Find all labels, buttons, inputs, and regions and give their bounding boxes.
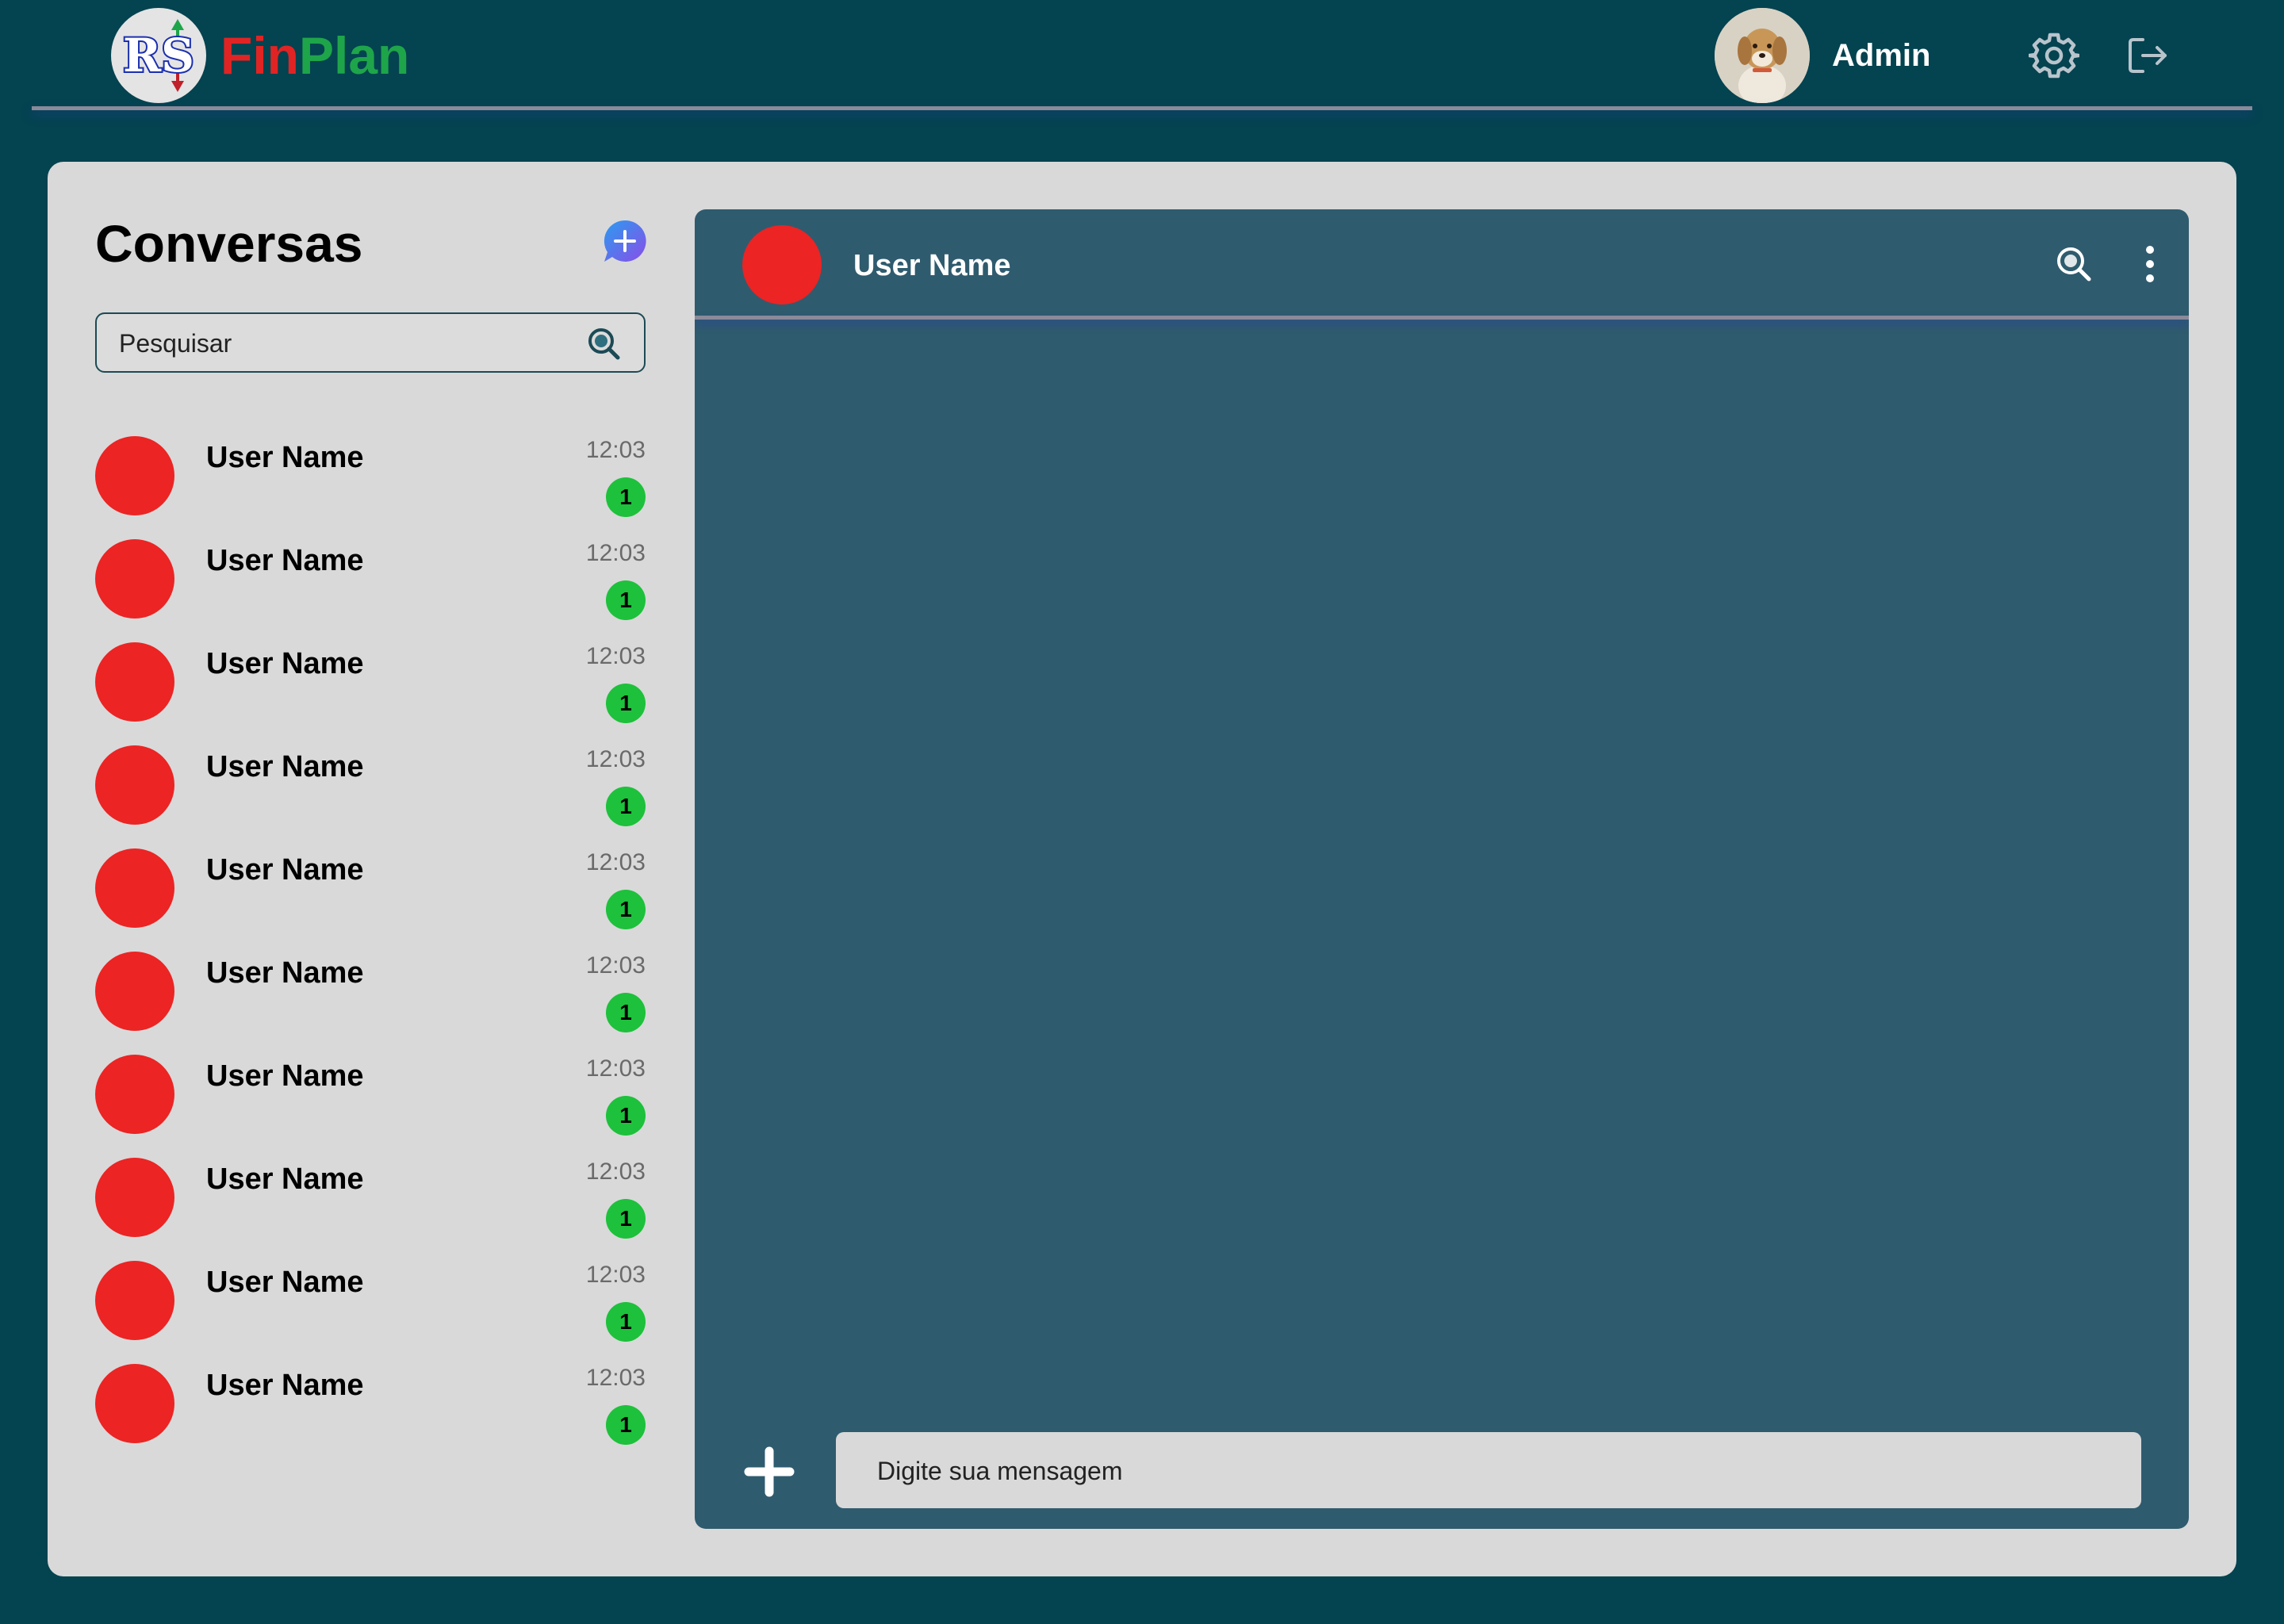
brand-name-part1: Fin — [220, 26, 299, 85]
chat-bubble-plus-icon[interactable] — [603, 219, 647, 263]
contact-avatar — [95, 952, 174, 1031]
last-message-time: 12:03 — [585, 849, 646, 875]
unread-badge: 1 — [606, 477, 646, 517]
logo-rs-icon: RS — [121, 19, 196, 92]
chat-window: User Name — [695, 209, 2189, 1529]
logo-mark[interactable]: RS — [111, 8, 206, 103]
contact-avatar — [95, 642, 174, 722]
contact-avatar — [95, 848, 174, 928]
settings-gear-icon[interactable] — [2029, 30, 2079, 81]
conversation-item[interactable]: User Name 12:03 1 — [95, 745, 650, 848]
last-message-time: 12:03 — [585, 1365, 646, 1391]
contact-name: User Name — [206, 956, 364, 990]
svg-text:RS: RS — [123, 29, 194, 82]
contact-name: User Name — [206, 750, 364, 783]
conversation-item[interactable]: User Name 12:03 1 — [95, 436, 650, 539]
last-message-time: 12:03 — [585, 437, 646, 463]
unread-badge: 1 — [606, 684, 646, 723]
message-composer[interactable] — [836, 1432, 2141, 1510]
unread-badge: 1 — [606, 1096, 646, 1136]
conversation-item[interactable]: User Name 12:03 1 — [95, 1158, 650, 1261]
contact-name: User Name — [206, 1162, 364, 1196]
unread-badge: 1 — [606, 890, 646, 929]
conversation-item[interactable]: User Name 12:03 1 — [95, 848, 650, 952]
brand-name: FinPlan — [220, 24, 409, 87]
top-bar-divider — [32, 106, 2252, 110]
search-input[interactable] — [117, 314, 565, 373]
brand-name-part2: Plan — [298, 26, 410, 85]
unread-badge: 1 — [606, 1302, 646, 1342]
contact-name: User Name — [206, 647, 364, 680]
contact-name: User Name — [206, 1266, 364, 1299]
search-icon[interactable] — [587, 327, 620, 360]
contact-name: User Name — [206, 441, 364, 474]
conversation-item[interactable]: User Name 12:03 1 — [95, 539, 650, 642]
unread-badge: 1 — [606, 993, 646, 1032]
plus-icon[interactable] — [744, 1446, 795, 1497]
current-user-name[interactable]: Admin — [1832, 33, 1930, 78]
chat-contact-name[interactable]: User Name — [853, 246, 1011, 285]
conversations-title: Conversas — [95, 214, 363, 273]
last-message-time: 12:03 — [585, 952, 646, 979]
last-message-time: 12:03 — [585, 540, 646, 566]
top-bar: RS FinPlan Admin — [0, 0, 2284, 119]
conversation-item[interactable]: User Name 12:03 1 — [95, 952, 650, 1055]
contact-name: User Name — [206, 853, 364, 887]
last-message-time: 12:03 — [585, 1262, 646, 1288]
contact-avatar — [95, 436, 174, 515]
unread-badge: 1 — [606, 580, 646, 620]
conversation-item[interactable]: User Name 12:03 1 — [95, 1364, 650, 1467]
conversation-item[interactable]: User Name 12:03 1 — [95, 1055, 650, 1158]
last-message-time: 12:03 — [585, 1055, 646, 1082]
dog-photo-icon — [1715, 8, 1810, 103]
logout-icon[interactable] — [2122, 30, 2173, 81]
conversation-search[interactable] — [95, 312, 646, 373]
main-panel: Conversas User Name 12:03 1 User Name — [48, 162, 2236, 1576]
unread-badge: 1 — [606, 1405, 646, 1445]
last-message-time: 12:03 — [585, 643, 646, 669]
contact-avatar — [95, 745, 174, 825]
user-avatar[interactable] — [1715, 8, 1810, 103]
conversation-item[interactable]: User Name 12:03 1 — [95, 642, 650, 745]
last-message-time: 12:03 — [585, 1159, 646, 1185]
contact-name: User Name — [206, 1059, 364, 1093]
chat-contact-avatar[interactable] — [742, 225, 822, 304]
unread-badge: 1 — [606, 1199, 646, 1239]
contact-avatar — [95, 539, 174, 619]
last-message-time: 12:03 — [585, 746, 646, 772]
search-icon[interactable] — [2056, 246, 2092, 282]
contact-avatar — [95, 1364, 174, 1443]
contact-name: User Name — [206, 544, 364, 577]
more-vertical-icon[interactable] — [2144, 244, 2156, 284]
contact-avatar — [95, 1261, 174, 1340]
contact-avatar — [95, 1055, 174, 1134]
conversation-item[interactable]: User Name 12:03 1 — [95, 1261, 650, 1364]
conversation-list: User Name 12:03 1 User Name 12:03 1 User… — [95, 436, 650, 1467]
unread-badge: 1 — [606, 787, 646, 826]
contact-name: User Name — [206, 1369, 364, 1402]
contact-avatar — [95, 1158, 174, 1237]
chat-header-divider — [695, 316, 2189, 320]
message-input[interactable] — [876, 1432, 2116, 1510]
